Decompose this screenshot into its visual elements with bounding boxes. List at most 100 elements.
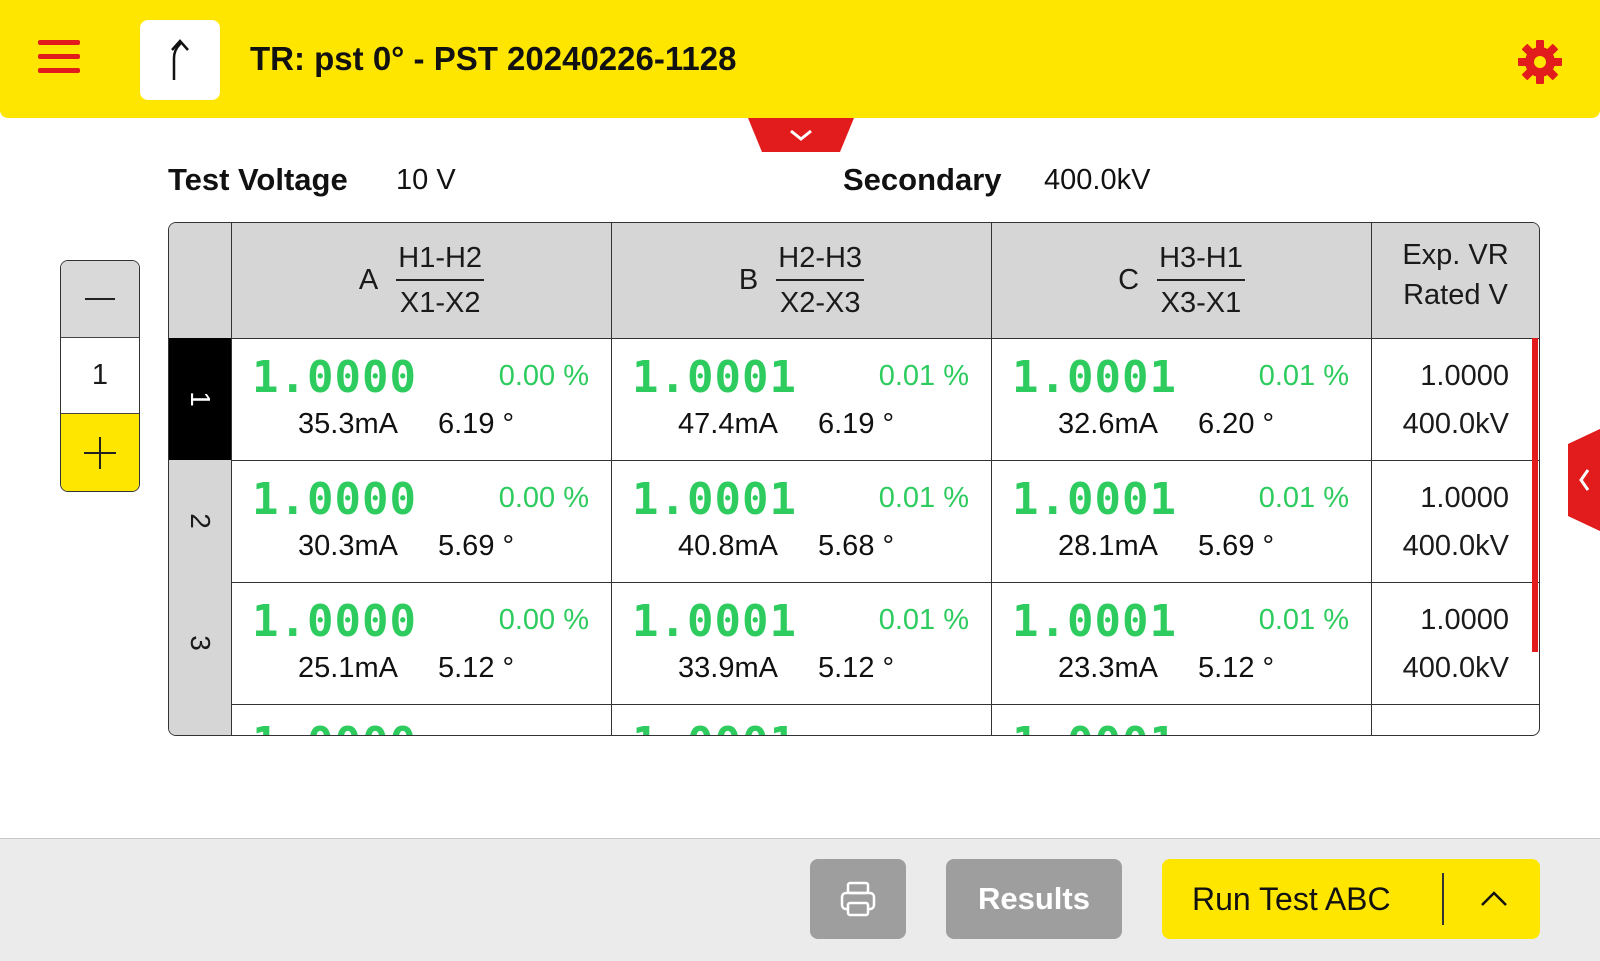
rated-v-value: 400.0kV — [1402, 530, 1509, 562]
current-value: 47.4mA — [678, 408, 778, 440]
angle-value: 6.19 ° — [438, 408, 515, 440]
angle-value: 5.12 ° — [438, 652, 515, 684]
deviation-value: 0.01 % — [878, 360, 969, 392]
deviation-value: 0.01 % — [1258, 604, 1349, 636]
table-header: A H1-H2 X1-X2 B H2-H3 X2-X3 C H3-H1 X3-X… — [169, 223, 1539, 339]
measurement-cell: 1.0000 0.00 % 25.1mA 5.12 ° — [231, 582, 611, 704]
measurement-cell: 1.0001 0.01 % 33.9mA 5.12 ° — [611, 582, 991, 704]
test-voltage-label: Test Voltage — [168, 162, 348, 197]
phase-label: A — [358, 264, 379, 296]
rated-v-header: Rated V — [1403, 279, 1508, 311]
deviation-value: 0.00 % — [498, 604, 589, 636]
phase-label: B — [738, 264, 759, 296]
measurement-cell: 1.0001 0.01 % 40.8mA 5.68 ° — [611, 460, 991, 582]
chevron-up-icon[interactable] — [1474, 881, 1514, 917]
column-header-exp: Exp. VR Rated V — [1371, 223, 1539, 338]
measurement-cell: 1.0001 0.01 % 32.6mA 6.20 ° — [991, 338, 1371, 460]
minus-icon — [85, 298, 115, 300]
ratio-value: 1.0001 — [632, 352, 797, 403]
side-panel-tab[interactable] — [1568, 428, 1600, 532]
stepper-value[interactable]: 1 — [61, 338, 139, 414]
angle-value: 6.20 ° — [1198, 408, 1275, 440]
current-value: 35.3mA — [298, 408, 398, 440]
page-title: TR: pst 0° - PST 20240226-1128 — [250, 40, 737, 77]
phase-label: C — [1118, 264, 1140, 296]
row-index: 3 — [169, 582, 231, 704]
footer-bar: Results Run Test ABC — [0, 838, 1600, 961]
angle-value: 5.69 ° — [438, 530, 515, 562]
angle-value: 5.12 ° — [1198, 652, 1275, 684]
current-value: 30.3mA — [298, 530, 398, 562]
primary-terminals: H2-H3 — [776, 242, 865, 281]
rated-v-value: 400.0kV — [1402, 652, 1509, 684]
expected-cell — [1371, 704, 1539, 735]
column-header-a: A H1-H2 X1-X2 — [231, 223, 611, 338]
exp-vr-value: 1.0000 — [1420, 482, 1509, 514]
results-button[interactable]: Results — [946, 859, 1122, 939]
ratio-value: 1.0000 — [252, 352, 417, 403]
measurement-cell: 1.0000 0.00 % 30.3mA 5.69 ° — [231, 460, 611, 582]
ratio-value: 1.0001 — [1012, 474, 1177, 525]
primary-terminals: H3-H1 — [1157, 242, 1245, 281]
deviation-value: 0.00 % — [498, 360, 589, 392]
row-index: 4 — [169, 704, 231, 735]
ratio-value: 1.0001 — [1012, 352, 1177, 403]
current-value: 25.1mA — [298, 652, 398, 684]
current-value: 32.6mA — [1058, 408, 1158, 440]
angle-value: 5.69 ° — [1198, 530, 1275, 562]
current-value: 40.8mA — [678, 530, 778, 562]
secondary-terminals: X2-X3 — [779, 286, 861, 319]
run-test-label: Run Test ABC — [1192, 881, 1391, 917]
row-stepper: 1 — [60, 260, 140, 492]
gear-icon[interactable] — [1516, 38, 1564, 86]
run-test-button[interactable]: Run Test ABC — [1162, 859, 1540, 939]
ratio-value: 1.0000 — [252, 596, 417, 647]
current-value: 33.9mA — [678, 652, 778, 684]
collapse-header-tab[interactable] — [748, 118, 854, 152]
row-index-selected: 1 — [169, 338, 231, 460]
decrement-button[interactable] — [61, 261, 139, 338]
deviation-value: 0.00 % — [498, 482, 589, 514]
secondary-terminals: X1-X2 — [399, 286, 481, 319]
measurement-cell: 1.0001 0.01 % 23.3mA 5.12 ° — [991, 582, 1371, 704]
table-row[interactable]: 2 1.0000 0.00 % 30.3mA 5.69 ° 1.0001 0.0… — [169, 460, 1539, 583]
deviation-value: 0.01 % — [878, 604, 969, 636]
ratio-value: 1.0000 — [252, 718, 417, 735]
exp-vr-header: Exp. VR — [1402, 239, 1509, 271]
table-row[interactable]: 4 1.0000 1.0001 1.0001 — [169, 704, 1539, 735]
secondary-terminals: X3-X1 — [1160, 286, 1242, 319]
increment-button[interactable] — [61, 414, 139, 491]
current-value: 23.3mA — [1058, 652, 1158, 684]
measurement-cell: 1.0000 — [231, 704, 611, 735]
current-value: 28.1mA — [1058, 530, 1158, 562]
plus-icon — [84, 436, 116, 469]
expected-cell: 1.0000 400.0kV — [1371, 460, 1539, 582]
printer-icon — [840, 881, 876, 917]
deviation-value: 0.01 % — [878, 482, 969, 514]
scroll-indicator[interactable] — [1532, 338, 1538, 652]
secondary-value: 400.0kV — [1044, 164, 1151, 196]
expected-cell: 1.0000 400.0kV — [1371, 582, 1539, 704]
measurement-cell: 1.0001 0.01 % 28.1mA 5.69 ° — [991, 460, 1371, 582]
table-row[interactable]: 3 1.0000 0.00 % 25.1mA 5.12 ° 1.0001 0.0… — [169, 582, 1539, 705]
ratio-value: 1.0001 — [632, 718, 797, 735]
divider — [1442, 873, 1444, 925]
export-button[interactable] — [140, 20, 220, 100]
rated-v-value: 400.0kV — [1402, 408, 1509, 440]
primary-terminals: H1-H2 — [396, 242, 485, 281]
secondary-label: Secondary — [843, 162, 1002, 197]
hamburger-menu-icon[interactable] — [38, 40, 80, 78]
ratio-value: 1.0001 — [632, 474, 797, 525]
deviation-value: 0.01 % — [1258, 482, 1349, 514]
angle-value: 5.12 ° — [818, 652, 895, 684]
print-button[interactable] — [810, 859, 906, 939]
column-header-c: C H3-H1 X3-X1 — [991, 223, 1371, 338]
exp-vr-value: 1.0000 — [1420, 604, 1509, 636]
measurement-cell: 1.0001 — [991, 704, 1371, 735]
measurement-cell: 1.0000 0.00 % 35.3mA 6.19 ° — [231, 338, 611, 460]
table-row[interactable]: 1 1.0000 0.00 % 35.3mA 6.19 ° 1.0001 0.0… — [169, 338, 1539, 461]
angle-value: 6.19 ° — [818, 408, 895, 440]
measurement-cell: 1.0001 0.01 % 47.4mA 6.19 ° — [611, 338, 991, 460]
expected-cell: 1.0000 400.0kV — [1371, 338, 1539, 460]
ratio-value: 1.0001 — [632, 596, 797, 647]
